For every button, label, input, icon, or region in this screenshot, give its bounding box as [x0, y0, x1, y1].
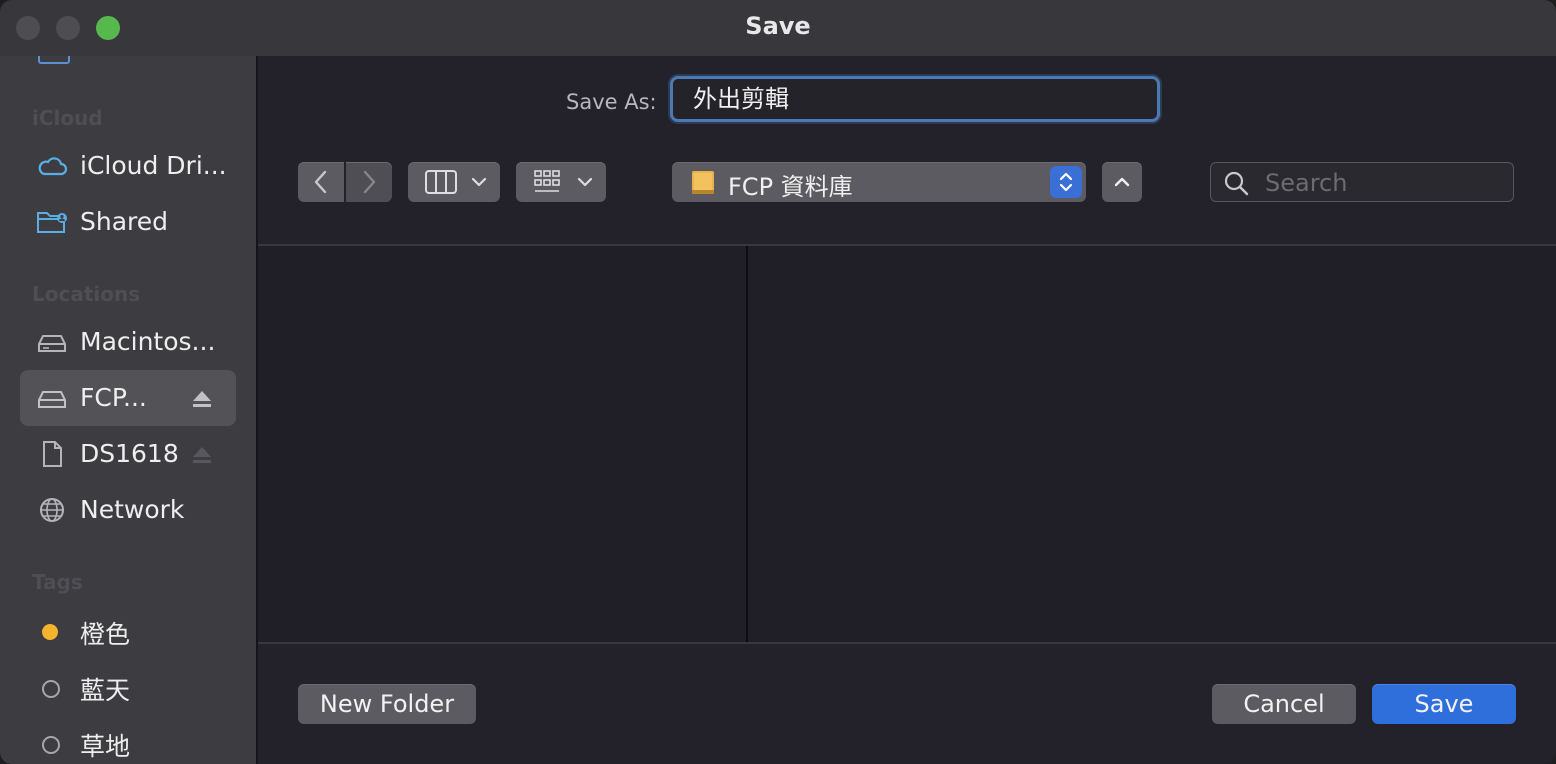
sidebar-item-network[interactable]: Network	[20, 482, 236, 538]
sidebar-item-label: 橙色	[80, 620, 131, 649]
save-as-label: Save As:	[566, 90, 657, 114]
empty-tag-dot-icon	[42, 680, 60, 698]
globe-icon	[40, 498, 64, 522]
sidebar-section-tags: Tags	[32, 570, 83, 594]
sidebar-item-label: DS1618	[80, 439, 179, 468]
title-bar: Save	[0, 0, 1556, 56]
sidebar-item-fcp-drive[interactable]: FCP...	[20, 370, 236, 426]
sidebar-item-label: Macintos...	[80, 327, 216, 356]
new-folder-button[interactable]: New Folder	[298, 684, 476, 724]
cloud-icon	[38, 157, 68, 176]
search-icon	[1224, 171, 1249, 196]
sidebar-item-label: FCP...	[80, 383, 147, 412]
orange-tag-dot-icon	[42, 624, 58, 640]
shared-folder-icon	[37, 212, 67, 233]
empty-tag-dot-icon	[42, 736, 60, 754]
column-view-button[interactable]	[408, 162, 500, 202]
eject-icon[interactable]	[190, 444, 214, 466]
sidebar-item-label: iCloud Dri...	[80, 151, 227, 180]
browser-column-2[interactable]	[748, 246, 1556, 642]
search-input[interactable]	[1263, 167, 1507, 199]
sidebar-item-label: 草地	[80, 732, 131, 761]
sidebar-item-label: 藍天	[80, 676, 131, 705]
search-field[interactable]	[1210, 162, 1514, 202]
sidebar-section-locations: Locations	[32, 282, 141, 306]
location-stepper	[1050, 166, 1082, 198]
document-icon	[43, 441, 62, 467]
sidebar[interactable]: iCloud iCloud Dri... Shared Locations Ma…	[0, 56, 258, 764]
location-label: FCP 資料庫	[728, 173, 853, 201]
sidebar-item-ds1618[interactable]: DS1618	[20, 426, 236, 482]
chevron-right-icon	[363, 170, 376, 194]
save-button[interactable]: Save	[1372, 684, 1516, 724]
back-button[interactable]	[298, 162, 344, 202]
chevron-up-icon	[1114, 177, 1130, 187]
sidebar-item-shared[interactable]: Shared	[20, 194, 236, 250]
footer-divider	[258, 642, 1556, 644]
sidebar-tag-grass[interactable]: 草地	[20, 714, 236, 764]
main-panel: Save As: 外出剪輯 FCP 資料庫 Search New Folder …	[258, 56, 1556, 764]
sidebar-item-macintosh-hd[interactable]: Macintos...	[20, 314, 236, 370]
sidebar-item-label: Shared	[80, 207, 169, 236]
window-title: Save	[745, 12, 811, 40]
cancel-button[interactable]: Cancel	[1212, 684, 1356, 724]
sidebar-section-icloud: iCloud	[32, 106, 103, 130]
sidebar-item-icloud-drive[interactable]: iCloud Dri...	[20, 138, 236, 194]
eject-icon[interactable]	[190, 388, 214, 410]
location-popup[interactable]: FCP 資料庫	[672, 162, 1086, 202]
sidebar-tag-sky[interactable]: 藍天	[20, 658, 236, 714]
external-drive-icon	[38, 391, 66, 408]
grid-icon	[534, 170, 593, 192]
browser-column-1[interactable]	[258, 246, 746, 642]
group-by-button[interactable]	[516, 162, 606, 202]
internal-drive-icon	[38, 335, 66, 352]
drive-folder-icon	[692, 171, 714, 194]
up-down-chevron-icon	[1059, 172, 1073, 192]
save-as-field[interactable]	[670, 76, 1160, 122]
sidebar-item-label: Network	[80, 495, 185, 524]
scrolled-item-icon	[38, 56, 70, 64]
columns-view-icon	[425, 170, 487, 194]
save-dialog: Save iCloud iCloud Dri... Shared Locatio…	[0, 0, 1556, 764]
chevron-left-icon	[314, 170, 327, 194]
sidebar-tag-orange[interactable]: 橙色	[20, 602, 236, 658]
expand-collapse-button[interactable]	[1102, 162, 1142, 202]
forward-button[interactable]	[346, 162, 392, 202]
